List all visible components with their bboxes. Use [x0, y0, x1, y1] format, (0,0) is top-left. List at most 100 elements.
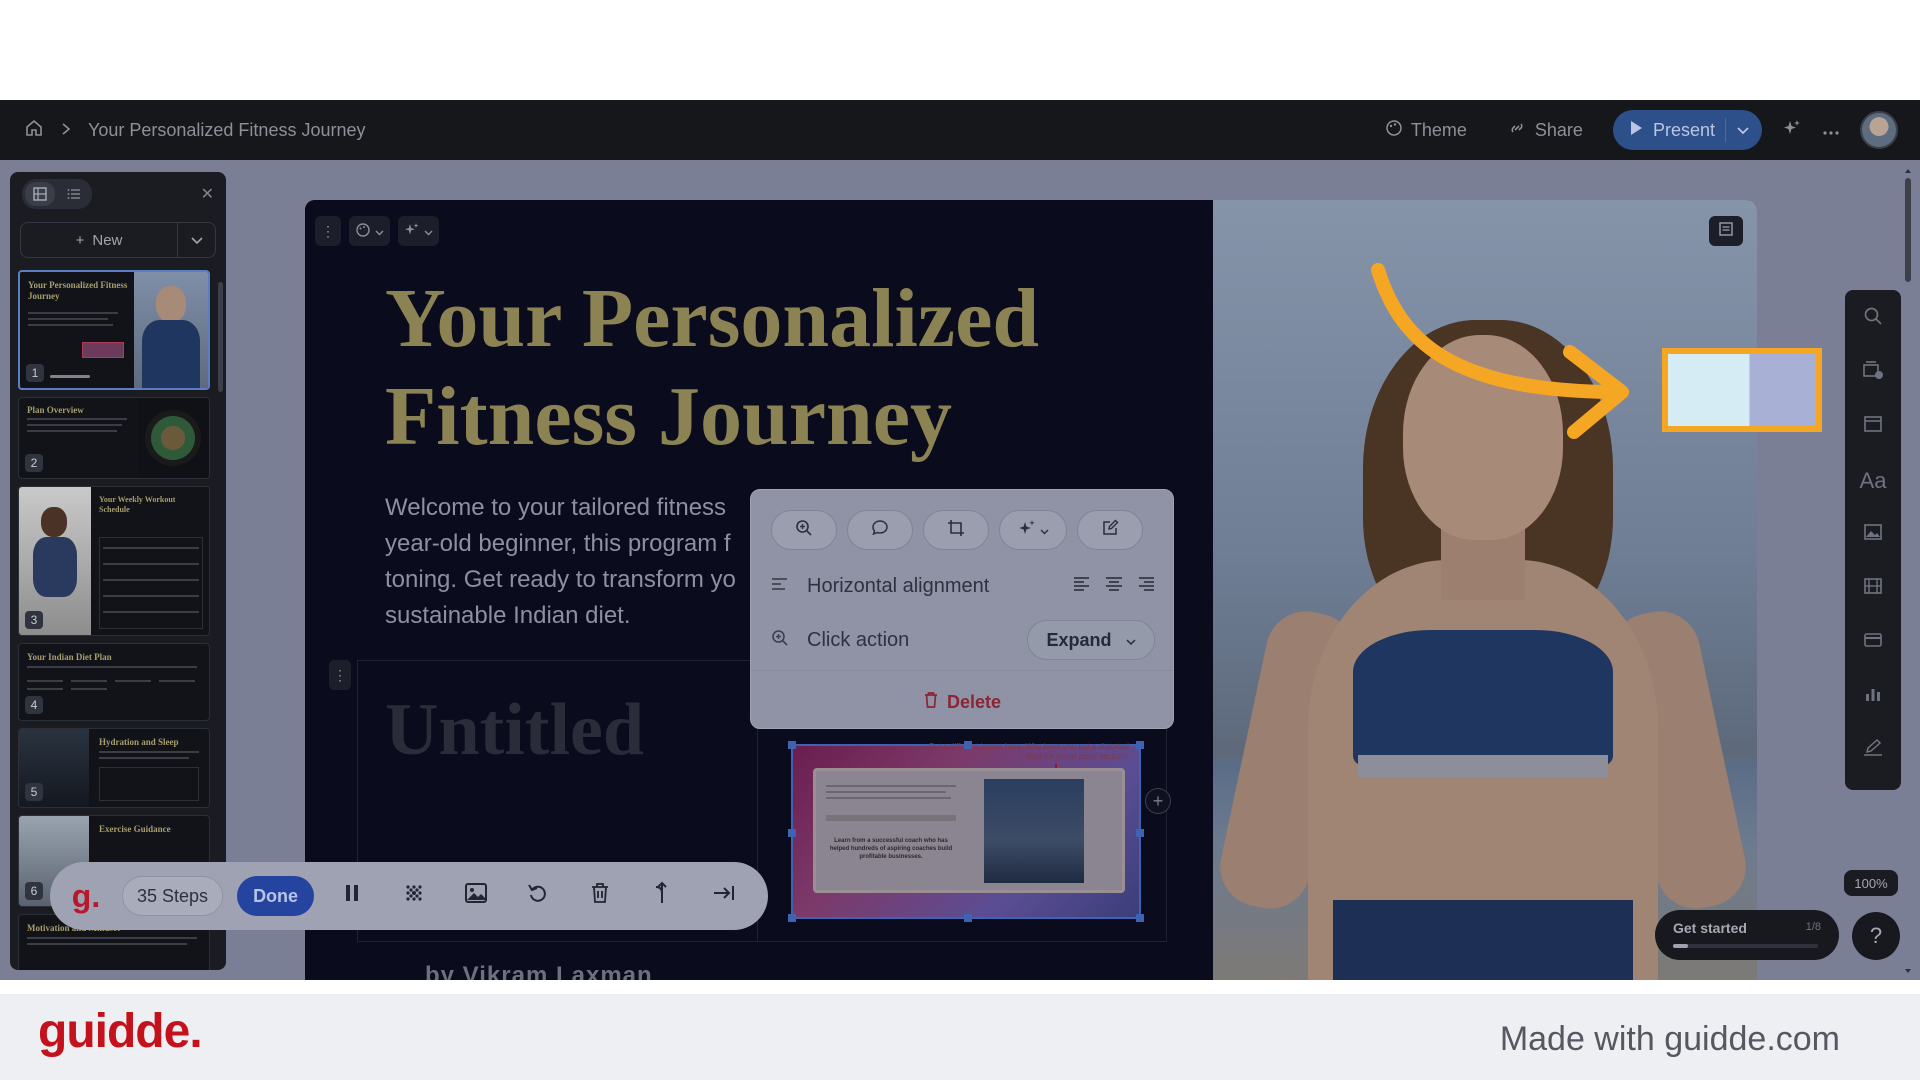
slide-thumbnail-3[interactable]: Your Weekly Workout Schedule 3	[18, 486, 210, 636]
help-button[interactable]: ?	[1852, 912, 1900, 960]
menu-divider	[751, 670, 1173, 671]
blur-button[interactable]	[390, 876, 438, 916]
horizontal-alignment-label: Horizontal alignment	[807, 574, 990, 597]
avatar[interactable]	[1860, 111, 1898, 149]
delete-step-button[interactable]	[576, 876, 624, 916]
crop-icon	[947, 519, 965, 542]
card-title-placeholder[interactable]: Untitled	[385, 688, 644, 773]
new-dropdown-button[interactable]	[177, 223, 215, 257]
vertical-dots-icon: ⋮	[321, 222, 335, 239]
palette-icon	[355, 222, 371, 241]
grid-view-icon[interactable]	[25, 182, 55, 206]
new-label: New	[92, 231, 123, 249]
branch-button[interactable]	[638, 876, 686, 916]
card-menu-button[interactable]: ⋮	[329, 660, 351, 690]
author-text: by Vikram Laxman	[425, 962, 653, 980]
get-started-widget[interactable]: Get started 1/8	[1655, 910, 1839, 960]
image-inner-text: Learn from a successful coach who has he…	[829, 838, 953, 860]
sparkle-icon[interactable]	[1782, 118, 1802, 143]
play-icon	[1629, 120, 1643, 141]
get-started-label: Get started	[1673, 920, 1747, 936]
home-icon[interactable]	[24, 118, 44, 143]
image-icon	[464, 882, 488, 911]
get-started-progress	[1673, 944, 1818, 948]
comment-button[interactable]	[847, 510, 913, 550]
draw-icon[interactable]	[1862, 738, 1884, 764]
chevron-down-icon[interactable]	[1736, 120, 1750, 141]
list-view-icon[interactable]	[59, 182, 89, 206]
present-button[interactable]: Present	[1612, 110, 1762, 150]
delete-image-button[interactable]: Delete	[751, 682, 1173, 722]
canvas-scrollbar[interactable]	[1903, 166, 1913, 976]
thumbnail-number: 5	[25, 783, 43, 801]
delete-label: Delete	[946, 691, 1002, 712]
chevron-down-icon	[375, 223, 384, 239]
thumbnail-title: Hydration and Sleep	[99, 737, 179, 747]
click-action-select[interactable]: Expand	[1027, 620, 1155, 660]
image-photo	[984, 779, 1084, 883]
slide-thumbnail-1[interactable]: Your Personalized Fitness Journey 1	[18, 270, 210, 390]
skip-button[interactable]	[700, 876, 748, 916]
align-left-button[interactable]	[1073, 576, 1091, 597]
more-icon[interactable]	[1822, 120, 1840, 141]
share-label: Share	[1534, 119, 1583, 140]
screenshot-button[interactable]	[452, 876, 500, 916]
present-divider	[1725, 118, 1726, 142]
layout-icon[interactable]	[1863, 414, 1883, 440]
slide-style-button[interactable]	[349, 216, 390, 246]
close-icon[interactable]: ✕	[201, 184, 214, 204]
theme-label: Theme	[1410, 119, 1467, 140]
sparkle-icon	[404, 222, 420, 241]
zoom-level[interactable]: 100%	[1844, 870, 1898, 896]
undo-button[interactable]	[514, 876, 562, 916]
text-icon[interactable]: Aa	[1860, 468, 1887, 494]
slide-menu-button[interactable]: ⋮	[315, 216, 341, 246]
slide-thumbnail-4[interactable]: Your Indian Diet Plan 4	[18, 643, 210, 721]
theme-button[interactable]: Theme	[1375, 111, 1477, 149]
view-toggle	[22, 179, 92, 209]
panel-scrollbar[interactable]	[218, 282, 223, 392]
slide-panel: ✕ + New Your Personalized Fitness Journe…	[10, 172, 226, 970]
breadcrumb-title[interactable]: Your Personalized Fitness Journey	[88, 120, 366, 141]
bra-band	[1358, 755, 1608, 777]
pause-button[interactable]	[328, 876, 376, 916]
search-icon[interactable]	[1863, 306, 1883, 332]
slide-thumbnail-5[interactable]: Hydration and Sleep 5	[18, 728, 210, 808]
slide-title[interactable]: Your Personalized Fitness Journey	[385, 270, 1145, 466]
add-card-icon[interactable]	[1862, 360, 1884, 386]
thumbnail-title: Your Personalized Fitness Journey	[28, 280, 128, 301]
steps-counter[interactable]: 35 Steps	[122, 876, 224, 916]
image-inner-card: Learn from a successful coach who has he…	[813, 768, 1125, 893]
sparkle-icon	[1018, 519, 1036, 542]
right-tool-rail: Aa	[1845, 290, 1901, 790]
embed-icon[interactable]	[1863, 630, 1883, 656]
video-icon[interactable]	[1863, 576, 1883, 602]
sports-bra	[1353, 630, 1613, 770]
zoom-in-icon	[771, 629, 807, 652]
guide-arrow	[1371, 263, 1629, 439]
crop-button[interactable]	[923, 510, 989, 550]
share-button[interactable]: Share	[1497, 111, 1593, 149]
ai-edit-button[interactable]	[999, 510, 1067, 550]
chevron-down-icon	[1125, 630, 1136, 651]
get-started-count: 1/8	[1805, 921, 1821, 933]
plus-icon: +	[1152, 790, 1164, 811]
slide-thumbnail-2[interactable]: Plan Overview 2	[18, 397, 210, 479]
add-column-button[interactable]: +	[1145, 788, 1171, 814]
link-icon	[1507, 119, 1527, 142]
chevron-down-icon	[190, 232, 203, 249]
chart-icon[interactable]	[1863, 684, 1883, 710]
align-right-button[interactable]	[1137, 576, 1155, 597]
new-slide-button[interactable]: + New	[20, 222, 216, 258]
align-center-button[interactable]	[1105, 576, 1123, 597]
zoom-image-button[interactable]	[771, 510, 837, 550]
image-comment-caption: Put a different image here. Why have you…	[929, 742, 1129, 761]
recorder-toolbar: g. 35 Steps Done	[50, 862, 768, 930]
slide-ai-button[interactable]	[398, 216, 439, 246]
image-icon[interactable]	[1863, 522, 1883, 548]
speaker-notes-button[interactable]	[1709, 216, 1743, 246]
highlighted-target[interactable]	[1662, 348, 1822, 432]
done-button[interactable]: Done	[237, 876, 315, 916]
selected-image[interactable]: Put a different image here. Why have you…	[788, 741, 1144, 922]
edit-image-button[interactable]	[1077, 510, 1143, 550]
